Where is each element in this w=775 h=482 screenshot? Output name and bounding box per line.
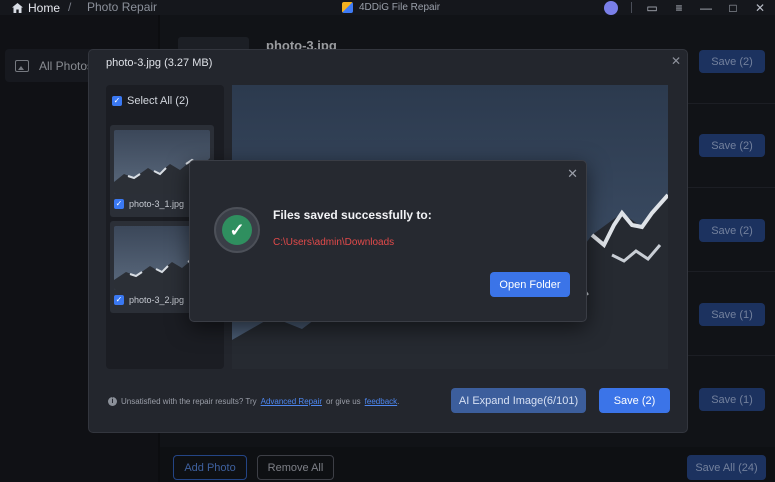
thumbnail-checkbox[interactable]: ✓ photo-3_2.jpg xyxy=(114,295,184,305)
checkbox-checked-icon: ✓ xyxy=(114,295,124,305)
maximize-icon[interactable]: □ xyxy=(726,1,740,15)
minimize-icon[interactable]: — xyxy=(699,1,713,15)
info-icon: i xyxy=(108,397,117,406)
feedback-link[interactable]: feedback xyxy=(365,397,397,406)
home-link[interactable]: Home xyxy=(12,0,60,15)
thumbnail-checkbox[interactable]: ✓ photo-3_1.jpg xyxy=(114,199,184,209)
success-badge: ✓ xyxy=(214,207,260,253)
app-logo-icon xyxy=(342,2,353,13)
modal-close-icon[interactable]: ✕ xyxy=(567,166,578,182)
preview-save-button[interactable]: Save (2) xyxy=(599,388,670,413)
home-icon xyxy=(12,2,23,13)
titlebar-divider xyxy=(631,2,632,13)
modal-title: Files saved successfully to: xyxy=(273,208,432,222)
thumbnail-label: photo-3_2.jpg xyxy=(129,295,185,305)
menu-icon[interactable]: ≡ xyxy=(672,1,686,15)
feedback-icon[interactable]: ▭ xyxy=(645,1,659,15)
select-all-checkbox[interactable]: ✓ Select All (2) xyxy=(112,95,189,107)
breadcrumb-current: Photo Repair xyxy=(87,0,158,14)
save-path: C:\Users\admin\Downloads xyxy=(273,237,395,248)
note-prefix: Unsatisfied with the repair results? Try xyxy=(121,397,257,406)
breadcrumb-separator: / xyxy=(68,0,72,14)
checkbox-checked-icon: ✓ xyxy=(114,199,124,209)
preview-title: photo-3.jpg (3.27 MB) xyxy=(106,57,213,69)
discord-icon[interactable] xyxy=(604,0,618,15)
checkbox-checked-icon: ✓ xyxy=(112,96,122,106)
home-label: Home xyxy=(28,0,61,15)
window-controls: ▭ ≡ — □ ✕ xyxy=(604,0,767,15)
note-end: . xyxy=(397,397,400,406)
save-success-modal: ✕ ✓ Files saved successfully to: C:\User… xyxy=(189,160,587,322)
title-bar: Home / Photo Repair 4DDiG File Repair ▭ … xyxy=(0,0,775,15)
note-mid: or give us xyxy=(325,397,361,406)
checkmark-icon: ✓ xyxy=(222,215,252,245)
advanced-repair-link[interactable]: Advanced Repair xyxy=(261,397,322,406)
ai-expand-image-button[interactable]: AI Expand Image(6/101) xyxy=(451,388,586,413)
repair-feedback-note: i Unsatisfied with the repair results? T… xyxy=(108,397,399,406)
app-title: 4DDiG File Repair xyxy=(342,0,440,15)
preview-close-icon[interactable]: ✕ xyxy=(671,54,681,68)
open-folder-button[interactable]: Open Folder xyxy=(490,272,570,297)
thumbnail-label: photo-3_1.jpg xyxy=(129,199,185,209)
app-name: 4DDiG File Repair xyxy=(359,2,441,13)
select-all-label: Select All (2) xyxy=(127,95,189,107)
close-icon[interactable]: ✕ xyxy=(753,1,767,15)
